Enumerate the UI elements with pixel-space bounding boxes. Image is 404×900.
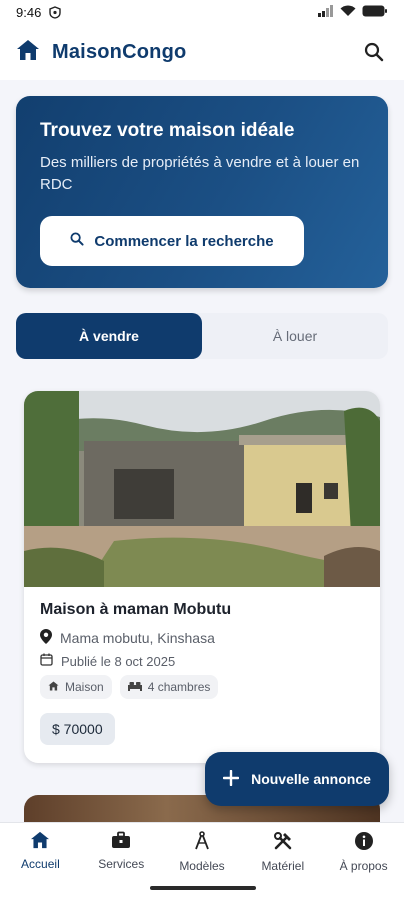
- nav-item-about[interactable]: À propos: [323, 823, 404, 900]
- battery-icon: [362, 5, 388, 20]
- tab-for-rent[interactable]: À louer: [202, 313, 388, 359]
- tools-icon: [273, 831, 293, 854]
- bedrooms-label: 4 chambres: [147, 680, 211, 694]
- info-icon: [354, 831, 374, 854]
- nav-label-models: Modèles: [179, 859, 225, 873]
- listing-title: Maison à maman Mobutu: [40, 601, 232, 618]
- date-text: Publié le 8 oct 2025: [61, 653, 176, 669]
- location-text: Mama mobutu, Kinshasa: [60, 630, 215, 646]
- nav-label-services: Services: [98, 857, 145, 871]
- price-badge: $ 70000: [40, 713, 115, 745]
- hero-banner: Trouvez votre maison idéale Des milliers…: [16, 96, 388, 288]
- listing-type-tabs: À vendre À louer: [16, 313, 388, 359]
- plus-icon: [222, 769, 240, 789]
- nav-label-home: Accueil: [21, 857, 60, 871]
- status-bar: 9:46: [0, 0, 404, 24]
- app-bar: MaisonCongo: [0, 24, 404, 80]
- listing-features: Maison 4 chambres: [40, 675, 364, 699]
- property-type-chip: Maison: [40, 675, 112, 699]
- shield-icon: [49, 5, 62, 19]
- bedrooms-chip: 4 chambres: [119, 675, 219, 699]
- new-listing-label: Nouvelle annonce: [251, 771, 371, 787]
- search-icon[interactable]: [360, 38, 388, 66]
- wifi-icon: [340, 5, 356, 20]
- compass-icon: [193, 831, 211, 854]
- brand[interactable]: MaisonCongo: [16, 39, 186, 66]
- nav-label-equipment: Matériel: [261, 859, 305, 873]
- start-search-label: Commencer la recherche: [94, 232, 274, 250]
- nav-item-home[interactable]: Accueil: [0, 823, 81, 900]
- listing-card[interactable]: Maison à maman Mobutu Mama mobutu, Kinsh…: [24, 391, 380, 763]
- briefcase-icon: [111, 831, 131, 852]
- home-icon: [16, 39, 40, 66]
- search-icon: [70, 232, 84, 250]
- home-icon: [30, 831, 50, 852]
- listing-photo: [24, 391, 380, 587]
- signal-icon: [318, 4, 334, 20]
- new-listing-button[interactable]: Nouvelle annonce: [205, 752, 389, 806]
- calendar-icon: [40, 653, 53, 669]
- hero-subtitle: Des milliers de propriétés à vendre et à…: [40, 154, 360, 193]
- start-search-button[interactable]: Commencer la recherche: [40, 216, 304, 266]
- location-pin-icon: [40, 629, 52, 647]
- nav-label-about: À propos: [339, 859, 388, 873]
- property-type-label: Maison: [65, 680, 104, 694]
- listing-date: Publié le 8 oct 2025: [40, 653, 364, 669]
- app-title: MaisonCongo: [52, 40, 187, 63]
- tab-for-sale[interactable]: À vendre: [16, 313, 202, 359]
- bed-icon: [127, 680, 142, 694]
- home-icon: [48, 680, 59, 694]
- status-time: 9:46: [16, 4, 42, 20]
- hero-title: Trouvez votre maison idéale: [40, 120, 295, 141]
- listing-location: Mama mobutu, Kinshasa: [40, 629, 364, 647]
- home-indicator: [150, 886, 256, 890]
